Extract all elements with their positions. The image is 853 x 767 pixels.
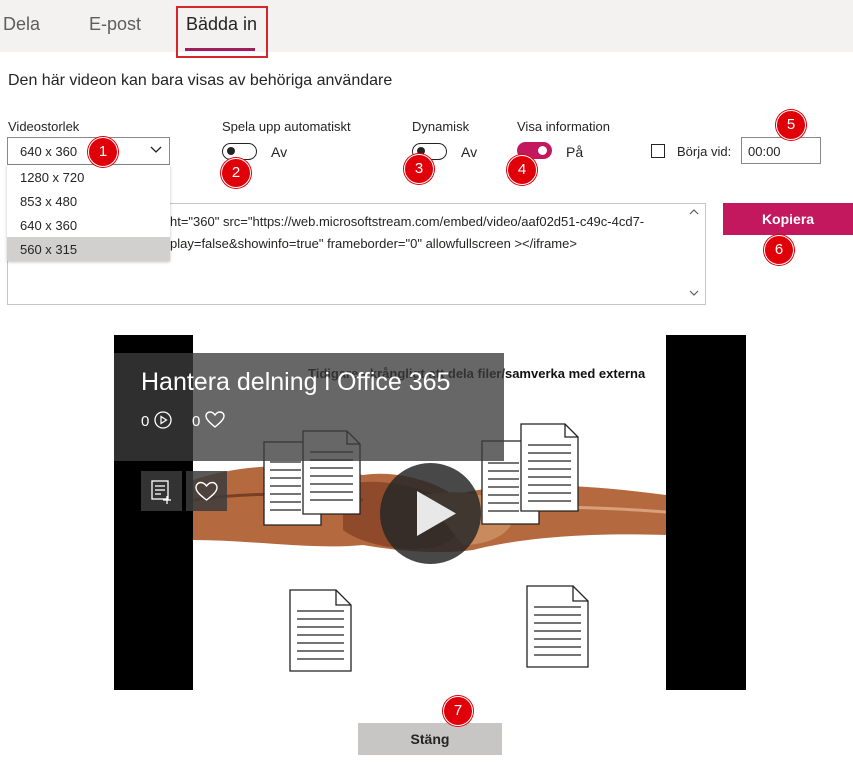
annotation-badge: 7 <box>443 696 473 726</box>
like-count-value: 0 <box>192 413 201 430</box>
scroll-up-icon[interactable] <box>688 207 700 217</box>
toggle-knob <box>227 147 235 155</box>
copy-button[interactable]: Kopiera <box>723 203 853 235</box>
video-preview[interactable]: Tidigare - krångligt att dela filer/samv… <box>114 335 746 690</box>
video-size-value: 640 x 360 <box>20 144 78 159</box>
video-size-option[interactable]: 1280 x 720 <box>7 165 170 189</box>
video-size-option[interactable]: 640 x 360 <box>7 213 170 237</box>
video-size-option[interactable]: 853 x 480 <box>7 189 170 213</box>
annotation-highlight-box <box>176 6 268 58</box>
show-info-state: På <box>566 144 584 160</box>
view-count-value: 0 <box>141 413 150 430</box>
document-icon <box>289 589 352 672</box>
autoplay-label: Spela upp automatiskt <box>222 119 351 134</box>
tab-email[interactable]: E-post <box>89 14 141 35</box>
close-button[interactable]: Stäng <box>358 723 502 755</box>
add-to-list-icon <box>151 480 171 504</box>
annotation-badge: 3 <box>404 154 434 184</box>
start-at-label: Börja vid: <box>677 144 732 159</box>
like-button[interactable] <box>186 471 227 511</box>
video-size-dropdown: 1280 x 720 853 x 480 640 x 360 560 x 315 <box>7 165 170 261</box>
tab-bar: Dela E-post Bädda in <box>0 0 853 52</box>
start-at-checkbox[interactable] <box>651 144 665 158</box>
play-circle-icon <box>153 411 172 429</box>
start-at-input[interactable]: 00:00 <box>741 137 821 164</box>
annotation-badge: 6 <box>764 235 794 265</box>
dynamic-label: Dynamisk <box>412 119 470 134</box>
heart-icon <box>195 481 218 501</box>
add-to-watchlist-button[interactable] <box>141 471 182 511</box>
document-icon <box>526 585 589 668</box>
video-size-label: Videostorlek <box>8 119 80 134</box>
dynamic-state: Av <box>461 144 478 160</box>
annotation-badge: 1 <box>88 137 118 167</box>
video-title: Hantera delning i Office 365 <box>141 368 451 396</box>
play-icon <box>417 491 456 536</box>
annotation-badge: 4 <box>507 155 537 185</box>
annotation-badge: 5 <box>776 110 806 140</box>
autoplay-state: Av <box>271 144 288 160</box>
video-size-option-highlighted[interactable]: 560 x 315 <box>7 237 170 261</box>
view-count: 0 <box>141 411 172 430</box>
chevron-down-icon <box>150 146 162 153</box>
annotation-badge: 2 <box>221 158 251 188</box>
play-button[interactable] <box>380 463 481 564</box>
permission-info-text: Den här videon kan bara visas av behörig… <box>8 72 393 89</box>
like-count: 0 <box>192 411 225 430</box>
toggle-knob <box>538 146 547 155</box>
show-info-label: Visa information <box>517 119 610 134</box>
heart-icon <box>204 411 225 428</box>
scroll-down-icon[interactable] <box>688 288 700 298</box>
tab-share[interactable]: Dela <box>3 14 40 35</box>
